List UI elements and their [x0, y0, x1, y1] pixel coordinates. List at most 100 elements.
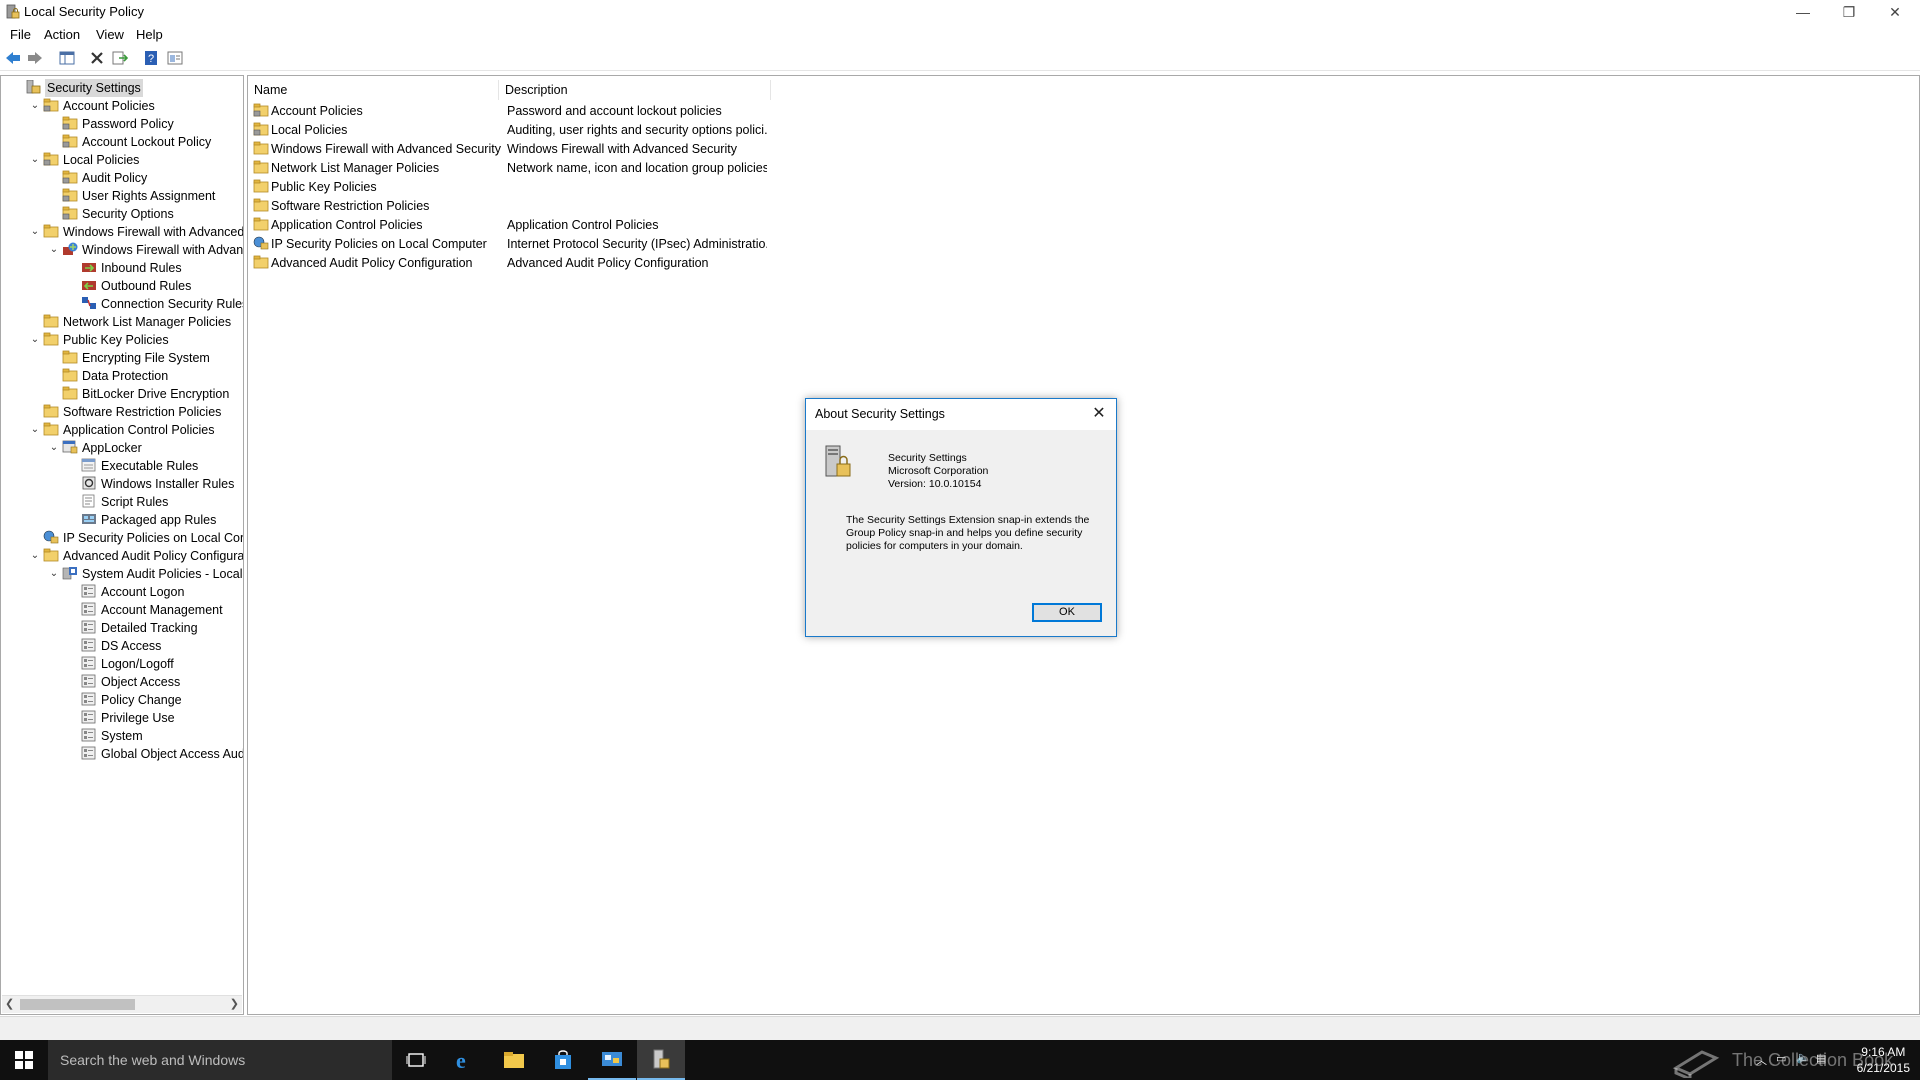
tree-item[interactable]: BitLocker Drive Encryption — [62, 385, 229, 403]
list-item[interactable]: IP Security Policies on Local Computer In… — [253, 235, 767, 254]
tree-item[interactable]: Data Protection — [62, 367, 168, 385]
column-header-description[interactable]: Description — [499, 80, 771, 100]
expand-chevron-icon[interactable]: ⌄ — [48, 565, 60, 583]
tree-item[interactable]: Executable Rules — [81, 457, 198, 475]
back-button[interactable] — [4, 49, 22, 67]
task-view-icon — [406, 1053, 426, 1067]
menu-file[interactable]: File — [10, 27, 31, 42]
tree-item[interactable]: Policy Change — [81, 691, 182, 709]
tree-item[interactable]: Software Restriction Policies — [43, 403, 221, 421]
column-header-name[interactable]: Name — [248, 80, 499, 100]
list-item[interactable]: Application Control Policies Application … — [253, 216, 658, 235]
tree-item[interactable]: Password Policy — [62, 115, 174, 133]
expand-chevron-icon[interactable]: ⌄ — [48, 439, 60, 457]
delete-button[interactable] — [88, 49, 106, 67]
list-item[interactable]: Public Key Policies — [253, 178, 377, 197]
tree-item[interactable]: Global Object Access Auditing — [81, 745, 243, 763]
scrollbar-thumb[interactable] — [20, 999, 135, 1010]
export-list-button[interactable] — [111, 49, 129, 67]
list-item[interactable]: Windows Firewall with Advanced Security W… — [253, 140, 737, 159]
tree-item-label: System — [101, 729, 143, 743]
minimize-button[interactable]: — — [1780, 0, 1826, 24]
file-explorer-button[interactable] — [490, 1040, 538, 1080]
tree-item[interactable]: ⌄ Windows Firewall with Advanced Secu — [31, 223, 243, 241]
dialog-close-button[interactable]: ✕ — [1088, 403, 1110, 425]
tree-item[interactable]: ⌄ Advanced Audit Policy Configuration — [31, 547, 243, 565]
tree-item[interactable]: ⌄ Local Policies — [31, 151, 139, 169]
ok-button[interactable]: OK — [1032, 603, 1102, 622]
tree-item[interactable]: Outbound Rules — [81, 277, 191, 295]
tree-item[interactable]: Packaged app Rules — [81, 511, 216, 529]
menu-help[interactable]: Help — [136, 27, 163, 42]
tree-item[interactable]: ⌄ System Audit Policies - Local Grou — [50, 565, 243, 583]
tree-item[interactable]: Detailed Tracking — [81, 619, 198, 637]
tree-item[interactable]: Account Logon — [81, 583, 184, 601]
list-item[interactable]: Advanced Audit Policy Configuration Advan… — [253, 254, 709, 273]
task-view-button[interactable] — [392, 1040, 440, 1080]
tree-item[interactable]: Logon/Logoff — [81, 655, 174, 673]
expand-chevron-icon[interactable]: ⌄ — [29, 421, 41, 439]
list-item[interactable]: Software Restriction Policies — [253, 197, 429, 216]
tree-item[interactable]: Inbound Rules — [81, 259, 182, 277]
tree-item[interactable]: System — [81, 727, 143, 745]
tree-item[interactable]: User Rights Assignment — [62, 187, 215, 205]
folder-icon — [253, 179, 269, 193]
tree-item[interactable]: Object Access — [81, 673, 180, 691]
tree-item[interactable]: IP Security Policies on Local Compute — [43, 529, 243, 547]
tree-item-label: Software Restriction Policies — [63, 405, 222, 419]
properties-button[interactable] — [166, 49, 184, 67]
tree-item[interactable]: Windows Installer Rules — [81, 475, 234, 493]
tree-item-label: Network List Manager Policies — [63, 315, 232, 329]
expand-chevron-icon[interactable]: ⌄ — [29, 223, 41, 241]
console-tree[interactable]: ❮ ❯ Security Settings ⌄ Account Policies Pa… — [0, 75, 244, 1015]
tree-item[interactable]: Security Options — [62, 205, 174, 223]
expand-chevron-icon[interactable]: ⌄ — [29, 151, 41, 169]
close-button[interactable]: ✕ — [1872, 0, 1918, 24]
tree-item[interactable]: ⌄ Windows Firewall with Advanced — [50, 241, 244, 259]
tree-item[interactable]: DS Access — [81, 637, 161, 655]
search-box[interactable]: Search the web and Windows — [48, 1040, 392, 1080]
control-panel-button[interactable] — [588, 1040, 636, 1080]
edge-browser-button[interactable]: e — [441, 1040, 489, 1080]
tree-item[interactable]: ⌄ Public Key Policies — [31, 331, 169, 349]
tree-item[interactable]: Security Settings — [25, 79, 143, 97]
expand-chevron-icon[interactable]: ⌄ — [29, 547, 41, 565]
tree-item[interactable]: Network List Manager Policies — [43, 313, 231, 331]
help-button[interactable]: ? — [142, 49, 160, 67]
expand-chevron-icon[interactable]: ⌄ — [48, 241, 60, 259]
local-security-policy-taskbar-button[interactable] — [637, 1040, 685, 1080]
tree-item[interactable]: Encrypting File System — [62, 349, 210, 367]
audit-item-icon — [81, 602, 97, 616]
scroll-right-icon[interactable]: ❯ — [230, 997, 239, 1010]
menu-view[interactable]: View — [96, 27, 124, 42]
tree-item[interactable]: Account Lockout Policy — [62, 133, 211, 151]
show-hide-console-tree-button[interactable] — [58, 49, 76, 67]
tree-item-label: Account Logon — [101, 585, 185, 599]
expand-chevron-icon[interactable]: ⌄ — [29, 97, 41, 115]
tree-item[interactable]: ⌄ Account Policies — [31, 97, 155, 115]
tree-item[interactable]: ⌄ AppLocker — [50, 439, 142, 457]
folder-icon — [253, 141, 269, 155]
forward-button[interactable] — [26, 49, 44, 67]
expand-chevron-icon[interactable]: ⌄ — [29, 331, 41, 349]
tree-item[interactable]: Script Rules — [81, 493, 168, 511]
tree-item[interactable]: Privilege Use — [81, 709, 175, 727]
tree-item[interactable]: Account Management — [81, 601, 223, 619]
folder-icon — [62, 350, 78, 364]
tree-item[interactable]: Connection Security Rules — [81, 295, 243, 313]
list-item[interactable]: Network List Manager Policies Network nam… — [253, 159, 767, 178]
list-item-name: Application Control Policies — [271, 218, 423, 232]
tree-item-label: Windows Firewall with Advanced — [82, 243, 244, 257]
tree-item-label: Account Policies — [63, 99, 155, 113]
tree-item[interactable]: Audit Policy — [62, 169, 147, 187]
tree-item[interactable]: ⌄ Application Control Policies — [31, 421, 214, 439]
tree-horizontal-scrollbar[interactable]: ❮ ❯ — [2, 995, 242, 1013]
list-item[interactable]: Local Policies Auditing, user rights and … — [253, 121, 767, 140]
store-button[interactable] — [539, 1040, 587, 1080]
restore-button[interactable]: ❐ — [1826, 0, 1872, 24]
start-button[interactable] — [0, 1040, 48, 1080]
list-item-description: Network name, icon and location group po… — [507, 161, 767, 175]
list-item[interactable]: Account Policies Password and account loc… — [253, 102, 722, 121]
scroll-left-icon[interactable]: ❮ — [5, 997, 14, 1010]
menu-action[interactable]: Action — [44, 27, 80, 42]
